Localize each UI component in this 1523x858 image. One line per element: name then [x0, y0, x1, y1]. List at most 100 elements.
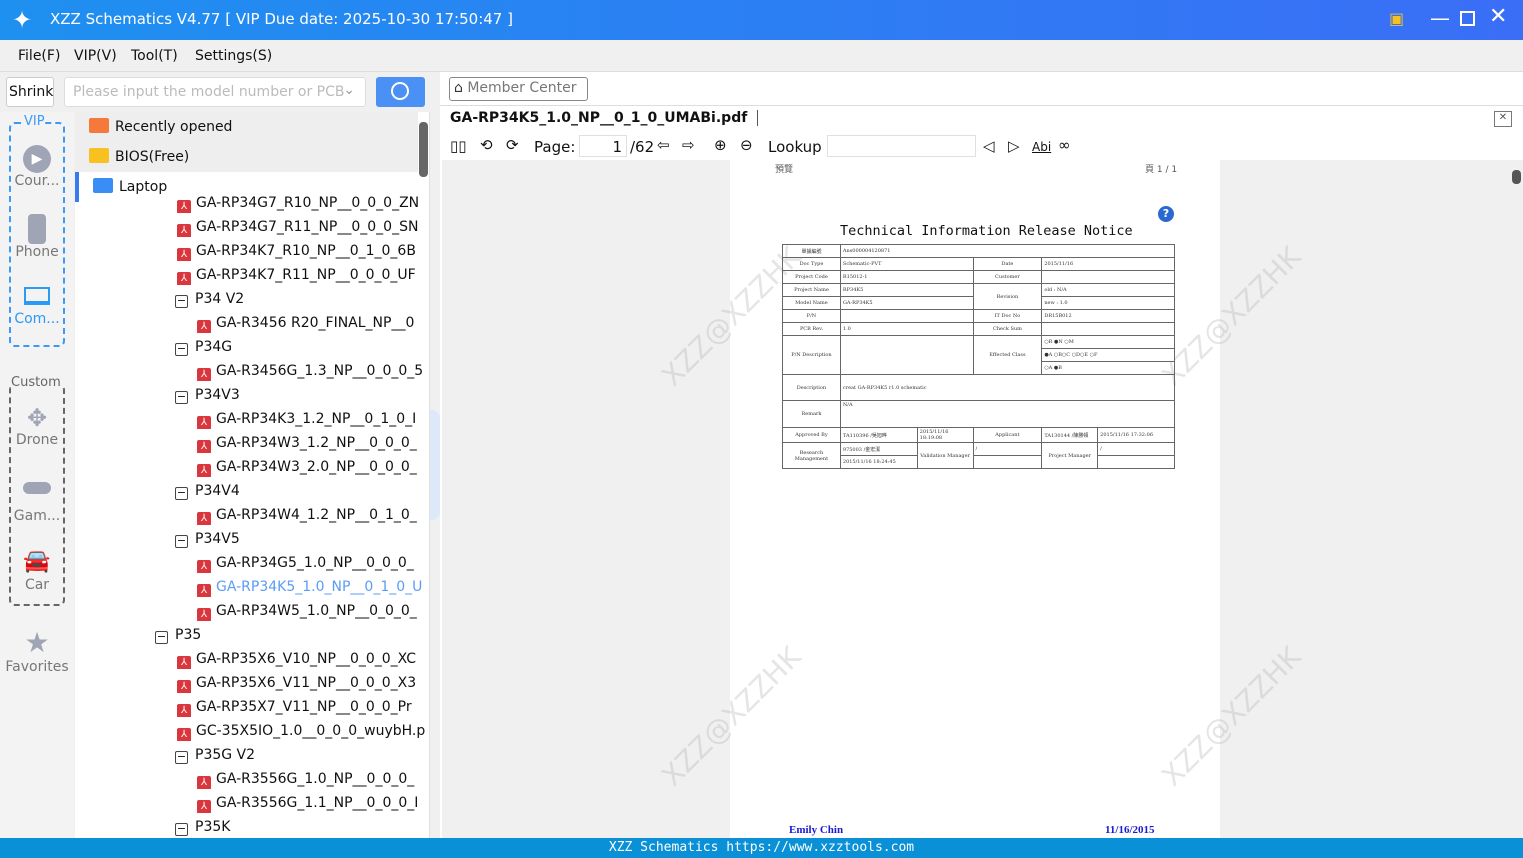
tree-item-label: GA-RP34W3_2.0_NP__0_0_0_	[216, 459, 417, 475]
tree-file-item[interactable]: ⅄ GA-RP34W5_1.0_NP__0_0_0_	[197, 601, 429, 621]
pdf-file-icon: ⅄	[197, 368, 211, 381]
page-header-left: 預覽	[775, 165, 794, 175]
menu-tool[interactable]: Tool(T)	[131, 48, 178, 64]
pdf-file-icon: ⅄	[177, 200, 191, 213]
close-button[interactable]: ✕	[1489, 4, 1507, 29]
custom-label: Custom	[11, 375, 61, 390]
member-center-button[interactable]: ⌂ Member Center	[449, 77, 588, 101]
help-icon[interactable]: ?	[1158, 206, 1174, 222]
tree-item-label: P34V3	[195, 387, 240, 403]
rail-computer[interactable]: Com...	[0, 287, 74, 327]
folder-icon	[93, 178, 113, 193]
rail-games[interactable]: Gam...	[0, 482, 74, 524]
tree-file-item[interactable]: ⅄ GA-R3556G_1.0_NP__0_0_0_	[197, 769, 429, 789]
shrink-button[interactable]: Shrink	[6, 77, 54, 107]
window-title: XZZ Schematics V4.77 [ VIP Due date: 202…	[50, 10, 513, 28]
chevron-down-icon[interactable]: ⌄	[343, 82, 355, 98]
tree-file-item[interactable]: ⅄ GA-RP34K5_1.0_NP__0_1_0_U	[197, 577, 429, 597]
tree-item-label: GA-R3556G_1.0_NP__0_0_0_	[216, 771, 415, 787]
tree-file-item[interactable]: ⅄ GA-RP34W3_1.2_NP__0_0_0_	[197, 433, 429, 453]
tree-group-item[interactable]: − P35	[155, 625, 429, 645]
play-icon: ▶	[23, 145, 51, 173]
tree-item-label: P35K	[195, 819, 231, 835]
rail-phone[interactable]: Phone	[0, 214, 74, 260]
tree-item-label: GA-R3456G_1.3_NP__0_0_0_5	[216, 363, 424, 379]
collapse-icon[interactable]: −	[175, 823, 188, 836]
collapse-icon[interactable]: −	[175, 487, 188, 500]
find-prev-icon[interactable]: ◁	[983, 137, 995, 155]
rail-courses[interactable]: ▶ Cour...	[0, 145, 74, 189]
file-tree: Recently opened BIOS(Free) Laptop ⅄ GA-RP34G…	[75, 112, 430, 838]
rail-car[interactable]: 🚘 Car	[0, 547, 74, 593]
tree-file-item[interactable]: ⅄ GA-R3456G_1.3_NP__0_0_0_5	[197, 361, 429, 381]
rail-favorites[interactable]: ★ Favorites	[0, 626, 74, 676]
tree-file-item[interactable]: ⅄ GA-RP34G7_R10_NP__0_0_0_ZN	[177, 193, 429, 213]
rotate-right-icon[interactable]: ⟳	[506, 136, 519, 154]
match-case-icon[interactable]: Abi	[1032, 140, 1051, 154]
tree-file-item[interactable]: ⅄ GA-RP35X6_V10_NP__0_0_0_XC	[177, 649, 429, 669]
tree-file-item[interactable]: ⅄ GA-RP34K3_1.2_NP__0_1_0_I	[197, 409, 429, 429]
car-icon: 🚘	[23, 549, 51, 574]
tree-file-item[interactable]: ⅄ GA-RP34G5_1.0_NP__0_0_0_	[197, 553, 429, 573]
tree-file-item[interactable]: ⅄ GA-RP34K7_R10_NP__0_1_0_6B	[177, 241, 429, 261]
search-placeholder: Please input the model number or PCB	[73, 84, 345, 100]
binoculars-icon[interactable]: ∞	[1058, 136, 1071, 154]
tree-file-item[interactable]: ⅄ GA-R3556G_1.1_NP__0_0_0_I	[197, 793, 429, 813]
maximize-button[interactable]	[1460, 11, 1475, 26]
collapse-icon[interactable]: −	[175, 535, 188, 548]
tree-file-item[interactable]: ⅄ GC-35X5IO_1.0__0_0_0_wuybH.p	[177, 721, 429, 741]
tree-file-item[interactable]: ⅄ GA-RP34K7_R11_NP__0_0_0_UF	[177, 265, 429, 285]
menu-vip[interactable]: VIP(V)	[74, 48, 117, 64]
zoom-in-icon[interactable]: ⊕	[714, 136, 727, 154]
two-page-icon[interactable]: ▯▯	[450, 137, 467, 155]
collapse-icon[interactable]: −	[175, 343, 188, 356]
tree-file-item[interactable]: ⅄ GA-RP34W4_1.2_NP__0_1_0_	[197, 505, 429, 525]
tree-file-item[interactable]: ⅄ GA-RP35X6_V11_NP__0_0_0_X3	[177, 673, 429, 693]
tree-file-item[interactable]: ⅄ GA-R3456 R20_FINAL_NP__0	[197, 313, 429, 333]
lookup-input[interactable]	[827, 135, 976, 157]
tree-group-item[interactable]: − P34V5	[175, 529, 429, 549]
tree-group-item[interactable]: − P34G	[175, 337, 429, 357]
tree-item-label: GA-RP34K7_R10_NP__0_1_0_6B	[196, 243, 416, 259]
tree-folder-item[interactable]: Recently opened	[75, 112, 418, 142]
menu-settings[interactable]: Settings(S)	[195, 48, 272, 64]
pdf-toolbar: ▯▯ ⟲ ⟳ Page: 1 /62 ⇦ ⇨ ⊕ ⊖ Lookup ◁ ▷ Ab…	[440, 133, 1523, 160]
tree-item-label: Recently opened	[115, 119, 233, 135]
collapse-icon[interactable]: −	[175, 391, 188, 404]
prev-page-icon[interactable]: ⇦	[657, 136, 670, 154]
rail-drone[interactable]: ✥ Drone	[0, 404, 74, 448]
star-icon: ★	[24, 626, 50, 659]
page-input[interactable]: 1	[579, 135, 627, 157]
find-next-icon[interactable]: ▷	[1008, 137, 1020, 155]
menu-file[interactable]: File(F)	[18, 48, 60, 64]
tree-group-item[interactable]: − P34V3	[175, 385, 429, 405]
tree-group-item[interactable]: − P35K	[175, 817, 429, 837]
page-header-right: 頁 1 / 1	[1145, 165, 1178, 175]
title-bar: ✦ XZZ Schematics V4.77 [ VIP Due date: 2…	[0, 0, 1523, 40]
tree-file-item[interactable]: ⅄ GA-RP34W3_2.0_NP__0_0_0_	[197, 457, 429, 477]
tree-file-item[interactable]: ⅄ GA-RP34G7_R11_NP__0_0_0_SN	[177, 217, 429, 237]
tree-file-item[interactable]: ⅄ GA-RP35X7_V11_NP__0_0_0_Pr	[177, 697, 429, 717]
minimize-button[interactable]: —	[1430, 6, 1450, 30]
tree-group-item[interactable]: − P34 V2	[175, 289, 429, 309]
tree-item-label: GA-RP34G5_1.0_NP__0_0_0_	[216, 555, 414, 571]
collapse-icon[interactable]: −	[175, 751, 188, 764]
tree-group-item[interactable]: − P35G V2	[175, 745, 429, 765]
model-search-input[interactable]: Please input the model number or PCB ⌄	[64, 77, 366, 107]
tree-folder-item[interactable]: BIOS(Free)	[75, 142, 418, 172]
laptop-icon	[24, 287, 50, 305]
search-button[interactable]	[376, 77, 425, 107]
collapse-icon[interactable]: −	[175, 295, 188, 308]
file-tab[interactable]: GA-RP34K5_1.0_NP__0_1_0_UMABi.pdf	[450, 110, 759, 126]
collapse-panel-handle[interactable]	[430, 410, 440, 520]
vip-bag-icon[interactable]: ▣	[1389, 9, 1404, 28]
zoom-out-icon[interactable]: ⊖	[740, 136, 753, 154]
rotate-left-icon[interactable]: ⟲	[480, 136, 493, 154]
collapse-icon[interactable]: −	[155, 631, 168, 644]
tree-scrollbar[interactable]	[419, 122, 428, 177]
tree-item-label: P35G V2	[195, 747, 256, 763]
viewer-scrollbar[interactable]	[1512, 170, 1521, 184]
next-page-icon[interactable]: ⇨	[682, 136, 695, 154]
close-tab-icon[interactable]: ✕	[1494, 111, 1512, 127]
tree-group-item[interactable]: − P34V4	[175, 481, 429, 501]
